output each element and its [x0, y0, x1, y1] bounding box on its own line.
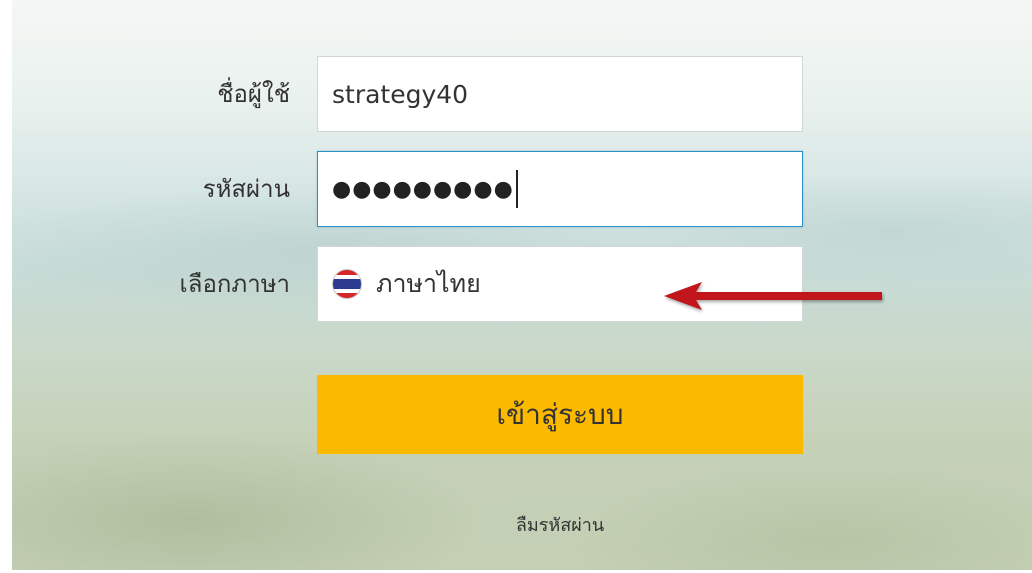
password-label: รหัสผ่าน — [202, 175, 290, 203]
language-value: ภาษาไทย — [376, 269, 481, 298]
username-value: strategy40 — [332, 79, 469, 109]
text-caret — [515, 170, 518, 208]
login-button[interactable]: เข้าสู่ระบบ — [317, 375, 803, 454]
red-arrow-left-icon — [664, 282, 882, 310]
username-label: ชื่อผู้ใช้ — [217, 80, 290, 108]
username-field[interactable]: strategy40 — [317, 56, 803, 132]
password-field[interactable]: ●●●●●●●●● — [317, 151, 803, 227]
forgot-password-link[interactable]: ลืมรหัสผ่าน — [317, 510, 803, 539]
language-label: เลือกภาษา — [179, 270, 290, 298]
thailand-flag-icon — [332, 269, 362, 299]
password-masked-value: ●●●●●●●●● — [332, 176, 514, 202]
